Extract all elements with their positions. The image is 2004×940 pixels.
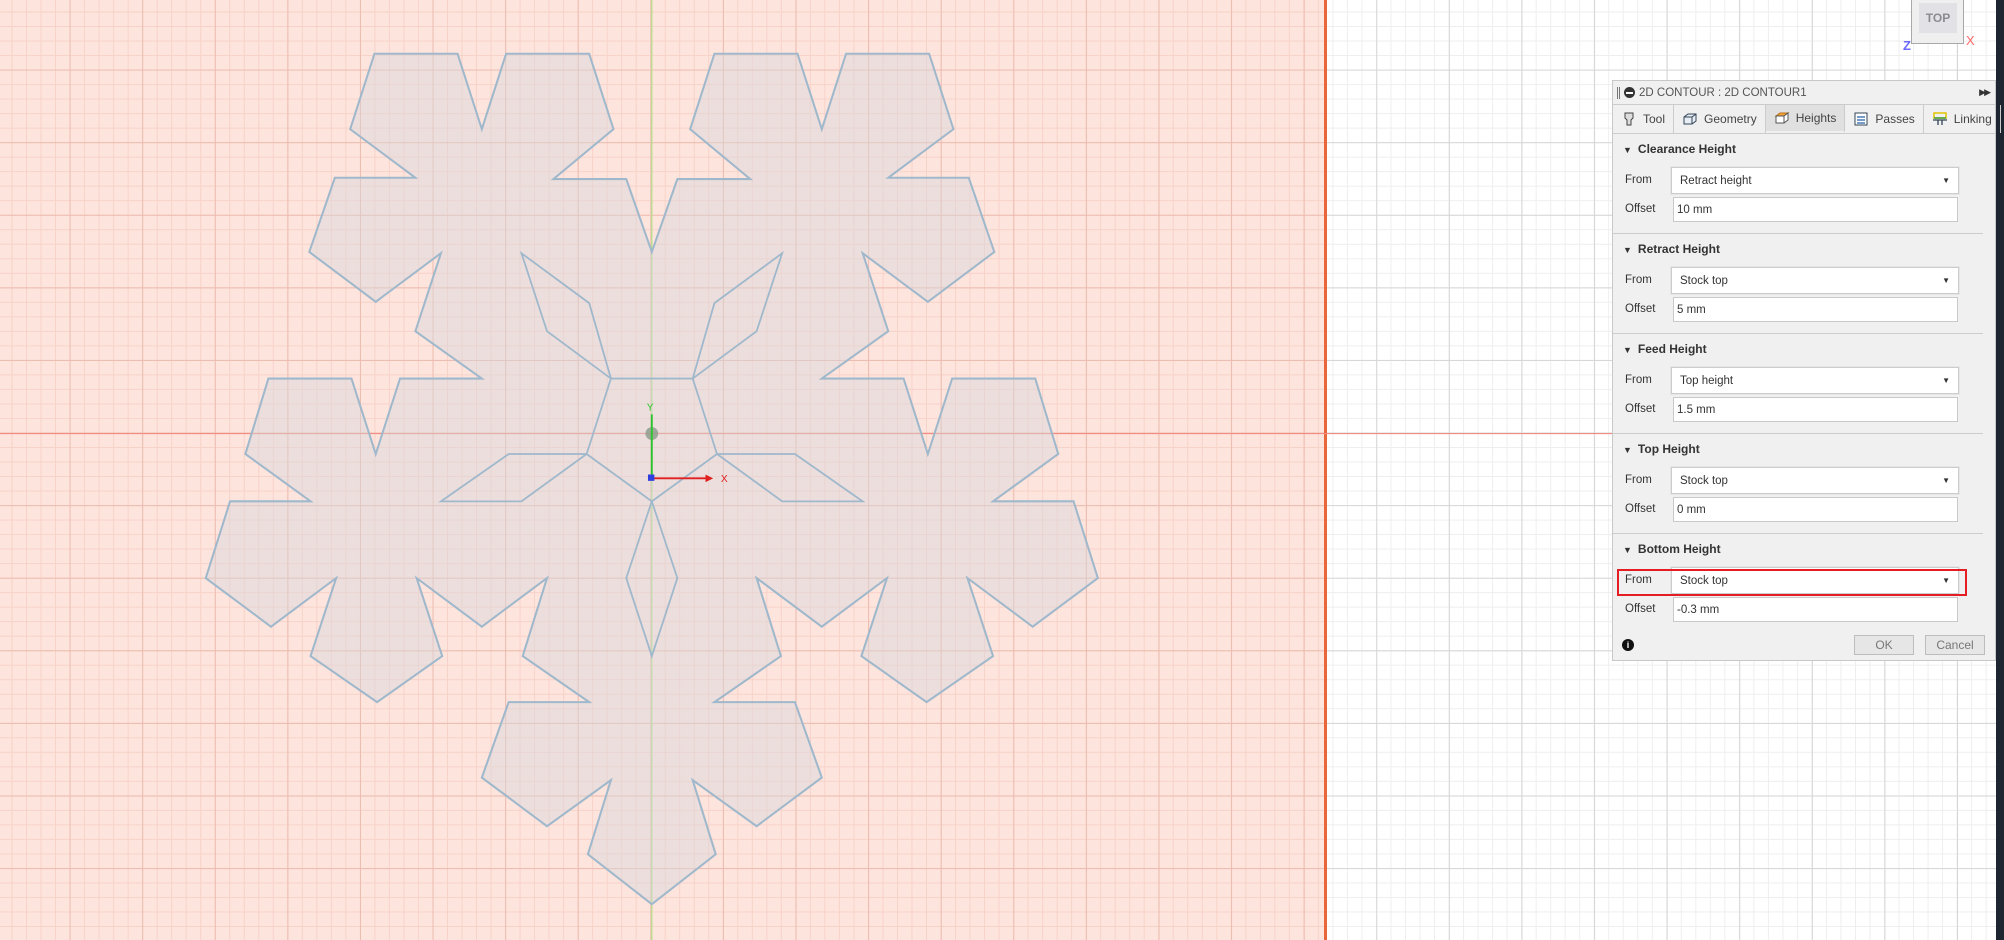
offset-value: -0.3 mm	[1677, 603, 1720, 616]
dialog-footer: i OK Cancel	[1613, 621, 1995, 661]
tab-tool[interactable]: Tool	[1613, 105, 1675, 133]
section-header[interactable]: ▼ Top Height	[1623, 442, 1700, 456]
x-axis-label: X	[721, 474, 728, 485]
offset-label: Offset	[1625, 403, 1656, 415]
from-value: Stock top	[1680, 274, 1728, 287]
viewcube[interactable]: TOP	[1911, 0, 1964, 44]
tab-label: Heights	[1795, 111, 1837, 125]
section-header[interactable]: ▼ Feed Height	[1623, 342, 1707, 356]
tab-geometry[interactable]: Geometry	[1674, 105, 1766, 133]
offset-input[interactable]: 1.5 mm	[1673, 397, 1958, 422]
section-title: Clearance Height	[1637, 142, 1736, 156]
section-clearance-height: ▼ Clearance Height From Retract height ▼ O…	[1613, 134, 1983, 234]
section-title: Retract Height	[1637, 242, 1720, 256]
section-header[interactable]: ▼ Clearance Height	[1623, 142, 1736, 156]
tab-label: Geometry	[1704, 112, 1757, 126]
from-label: From	[1625, 274, 1652, 286]
from-value: Stock top	[1680, 474, 1728, 487]
passes-icon	[1854, 112, 1868, 126]
offset-value: 1.5 mm	[1677, 403, 1716, 416]
viewcube-z-label: Z	[1903, 38, 1911, 53]
tool-icon	[1624, 112, 1634, 126]
collapse-triangle-icon[interactable]: ▼	[1623, 545, 1632, 555]
from-value: Retract height	[1680, 174, 1752, 187]
from-label: From	[1625, 374, 1652, 386]
from-value: Top height	[1680, 374, 1734, 387]
section-header[interactable]: ▼ Retract Height	[1623, 242, 1720, 256]
drag-handle-icon[interactable]	[1617, 86, 1620, 99]
collapse-icon[interactable]	[1624, 87, 1635, 98]
offset-label: Offset	[1625, 203, 1656, 215]
tab-label: Tool	[1643, 112, 1666, 126]
from-dropdown[interactable]: Retract height ▼	[1671, 167, 1959, 194]
tab-label: Passes	[1875, 112, 1915, 126]
collapse-triangle-icon[interactable]: ▼	[1623, 445, 1632, 455]
from-dropdown[interactable]: Top height ▼	[1671, 367, 1959, 394]
section-top-height: ▼ Top Height From Stock top ▼ Offset 0 mm	[1613, 434, 1983, 534]
heights-icon	[1774, 112, 1790, 124]
offset-label: Offset	[1625, 503, 1656, 515]
from-dropdown[interactable]: Stock top ▼	[1671, 467, 1959, 494]
tab-label: Linking	[1953, 112, 1992, 126]
from-dropdown[interactable]: Stock top ▼	[1671, 267, 1959, 294]
dialog-title: 2D CONTOUR : 2D CONTOUR1	[1639, 86, 1807, 99]
dropdown-arrow-icon: ▼	[1942, 376, 1950, 385]
collapse-triangle-icon[interactable]: ▼	[1623, 345, 1632, 355]
expand-icon[interactable]: ▶▶	[1979, 87, 1991, 98]
window-edge	[1996, 0, 2004, 940]
tab-passes[interactable]: Passes	[1845, 105, 1924, 133]
offset-label: Offset	[1625, 303, 1656, 315]
geometry-icon	[1683, 113, 1697, 125]
z-axis-triad	[647, 474, 655, 481]
viewcube-x-label: X	[1966, 33, 1975, 48]
cancel-button[interactable]: Cancel	[1925, 635, 1985, 655]
section-retract-height: ▼ Retract Height From Stock top ▼ Offset 5…	[1613, 234, 1983, 334]
offset-input[interactable]: 10 mm	[1673, 197, 1958, 222]
info-icon[interactable]: i	[1622, 639, 1634, 651]
tab-linking[interactable]: Linking	[1924, 105, 2001, 133]
offset-input[interactable]: 5 mm	[1673, 297, 1958, 322]
bottom-offset-highlight	[1617, 569, 1967, 596]
collapse-triangle-icon[interactable]: ▼	[1623, 245, 1632, 255]
offset-value: 10 mm	[1677, 203, 1713, 216]
from-label: From	[1625, 474, 1652, 486]
section-title: Feed Height	[1637, 342, 1707, 356]
tab-bar: Tool Geometry Heights Passes Linking	[1613, 105, 2001, 134]
offset-input[interactable]: 0 mm	[1673, 497, 1958, 522]
y-axis-label: Y	[647, 403, 654, 414]
dropdown-arrow-icon: ▼	[1942, 276, 1950, 285]
dialog-header[interactable]: 2D CONTOUR : 2D CONTOUR1 ▶▶	[1613, 81, 1995, 105]
section-title: Top Height	[1637, 442, 1700, 456]
offset-input[interactable]: -0.3 mm	[1673, 597, 1958, 622]
linking-icon	[1932, 112, 1947, 125]
from-label: From	[1625, 174, 1652, 186]
dropdown-arrow-icon: ▼	[1942, 176, 1950, 185]
ok-button[interactable]: OK	[1854, 635, 1914, 655]
offset-value: 0 mm	[1677, 503, 1706, 516]
2d-contour-dialog: 2D CONTOUR : 2D CONTOUR1 ▶▶ Tool Geometr…	[1612, 80, 2001, 661]
section-feed-height: ▼ Feed Height From Top height ▼ Offset 1.5…	[1613, 334, 1983, 434]
section-title: Bottom Height	[1637, 542, 1721, 556]
collapse-triangle-icon[interactable]: ▼	[1623, 145, 1632, 155]
dropdown-arrow-icon: ▼	[1942, 476, 1950, 485]
offset-value: 5 mm	[1677, 303, 1706, 316]
offset-label: Offset	[1625, 603, 1656, 615]
section-header[interactable]: ▼ Bottom Height	[1623, 542, 1721, 556]
viewcube-top-face[interactable]: TOP	[1919, 3, 1957, 33]
tab-heights[interactable]: Heights	[1765, 105, 1846, 133]
